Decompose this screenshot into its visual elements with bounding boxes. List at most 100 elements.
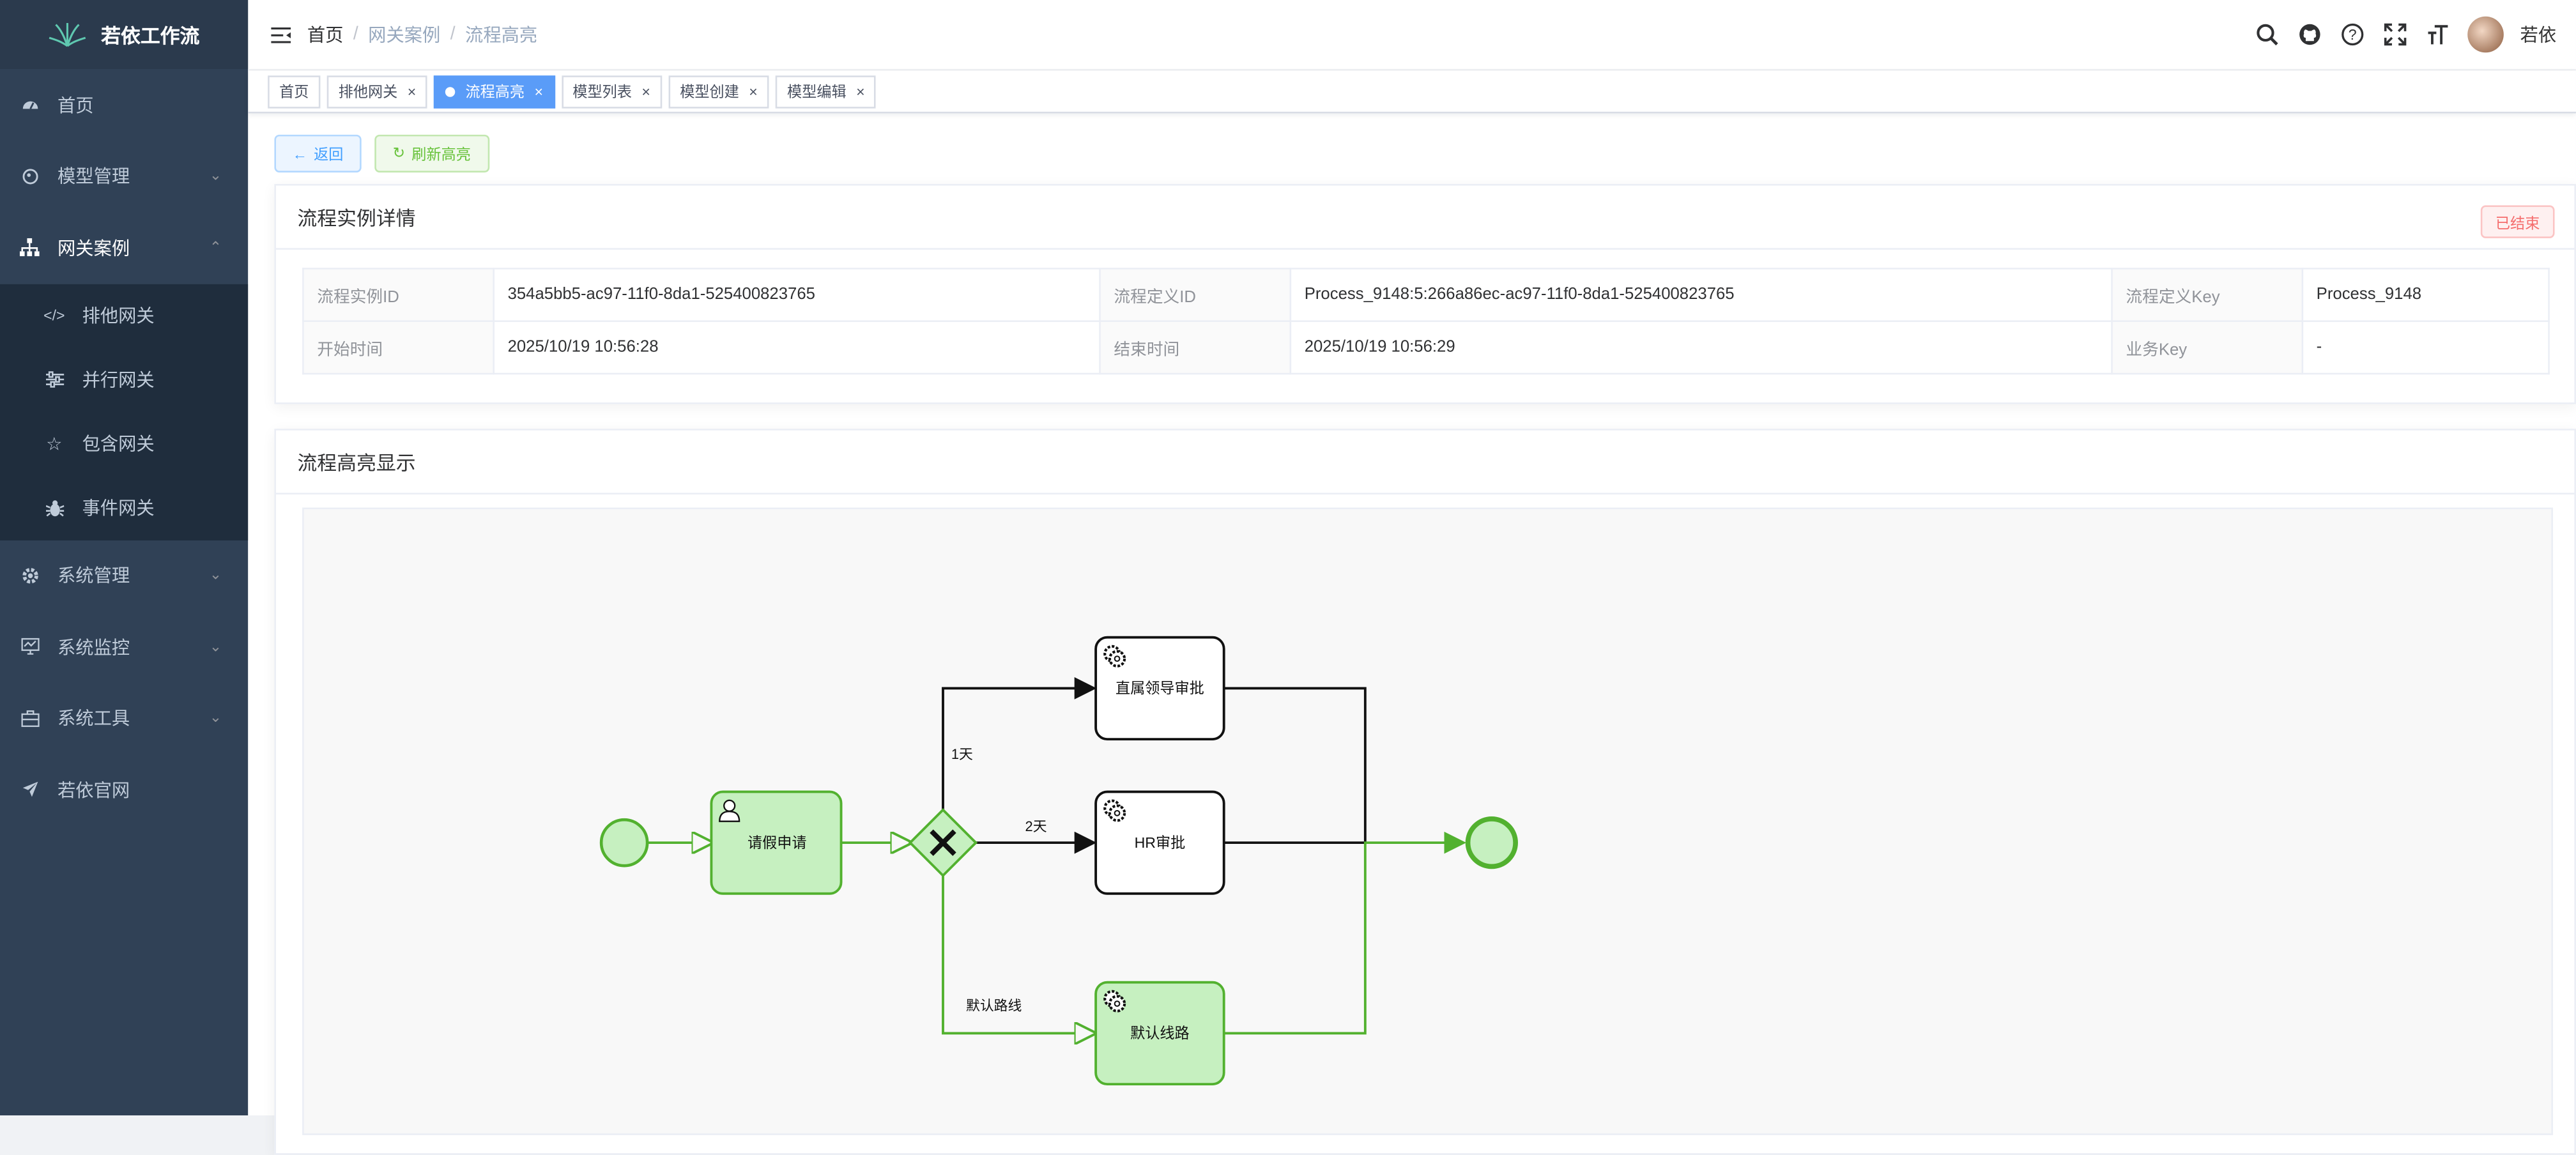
refresh-highlight-button[interactable]: ↻ 刷新高亮	[374, 134, 489, 172]
navbar: 首页 / 网关案例 / 流程高亮 ? 若依	[248, 0, 2576, 71]
label-definition-key: 流程定义Key	[2111, 268, 2304, 322]
breadcrumb: 首页 / 网关案例 / 流程高亮	[307, 21, 537, 47]
flow-leader-to-end	[1223, 687, 1367, 843]
bpmn-canvas[interactable]: 请假申请 直属领导审批 HR审批 默认线路 1天 2天 默认路线	[302, 507, 2553, 1135]
sidebar-item-label: 并行网关	[82, 371, 155, 391]
sidebar-item-label: 首页	[57, 96, 94, 116]
task-default-label: 默认线路	[1130, 1025, 1189, 1041]
model-icon	[18, 167, 41, 185]
sidebar-subitem-parallel[interactable]: 并行网关	[0, 348, 248, 411]
tab-model-edit[interactable]: 模型编辑 ×	[776, 74, 877, 108]
tab-model-list[interactable]: 模型列表 ×	[561, 74, 662, 108]
help-icon[interactable]: ?	[2340, 21, 2366, 47]
user-name[interactable]: 若依	[2520, 21, 2557, 47]
diagram-title: 流程高亮显示	[297, 450, 416, 474]
svg-text:?: ?	[2349, 26, 2357, 43]
end-event	[1465, 816, 1518, 869]
close-icon[interactable]: ×	[408, 83, 417, 100]
font-size-icon[interactable]	[2425, 21, 2451, 47]
logo[interactable]: 若依工作流	[0, 0, 249, 69]
label-start-time: 开始时间	[302, 320, 494, 375]
sidebar-item-gateway[interactable]: 网关案例 ⌃	[0, 212, 248, 284]
bug-icon	[43, 498, 66, 516]
tab-home[interactable]: 首页	[268, 74, 321, 108]
logo-icon	[49, 22, 87, 47]
value-business-key: -	[2301, 320, 2550, 375]
breadcrumb-separator: /	[353, 24, 358, 45]
sidebar: 若依工作流 首页 模型管理 ⌄ 网关案例 ⌃ </> 排他网关 并行网关 ☆ 包…	[0, 0, 249, 1115]
diagram-card: 流程高亮显示 请假申请 直属领导审批 HR审批 默认线路 1天 2天 默认路线	[274, 429, 2576, 1155]
chevron-down-icon: ⌄	[209, 566, 222, 583]
label-business-key: 业务Key	[2111, 320, 2304, 375]
task-leader-label: 直属领导审批	[1116, 680, 1204, 696]
sliders-icon	[43, 371, 66, 388]
sidebar-item-system[interactable]: 系统管理 ⌄	[0, 540, 248, 611]
task-hr-label: HR审批	[1135, 834, 1186, 851]
main-area: 首页 / 网关案例 / 流程高亮 ? 若依 首页 排他网关 × 流程高亮 × 模…	[248, 0, 2576, 1155]
active-dot-icon	[445, 86, 456, 96]
table-row: 流程实例ID 354a5bb5-ac97-11f0-8da1-525400823…	[302, 268, 2550, 322]
value-definition-id: Process_9148:5:266a86ec-ac97-11f0-8da1-5…	[1289, 268, 2113, 322]
gear-icon	[18, 566, 41, 584]
task-apply-label: 请假申请	[747, 834, 807, 851]
tab-process-highlight[interactable]: 流程高亮 ×	[434, 74, 555, 108]
label-instance-id: 流程实例ID	[302, 268, 494, 322]
detail-table: 流程实例ID 354a5bb5-ac97-11f0-8da1-525400823…	[302, 268, 2550, 375]
breadcrumb-item-current: 流程高亮	[465, 26, 538, 46]
flow-label-2day: 2天	[1025, 818, 1047, 834]
sidebar-item-label: 网关案例	[57, 239, 130, 259]
toolbox-icon	[18, 709, 41, 727]
breadcrumb-item-gateway: 网关案例	[368, 26, 441, 46]
sidebar-item-monitor[interactable]: 系统监控 ⌄	[0, 611, 248, 683]
card-title: 流程高亮显示	[275, 431, 2575, 494]
refresh-button-label: 刷新高亮	[411, 146, 471, 163]
tab-label: 首页	[279, 84, 309, 100]
flow-default-to-end	[1223, 831, 1466, 1035]
sidebar-item-label: 包含网关	[82, 435, 155, 455]
label-end-time: 结束时间	[1099, 320, 1292, 375]
avatar[interactable]	[2467, 16, 2504, 53]
back-button[interactable]: ← 返回	[274, 134, 362, 172]
close-icon[interactable]: ×	[856, 83, 865, 100]
sidebar-item-label: 排他网关	[82, 307, 155, 327]
value-definition-key: Process_9148	[2301, 268, 2550, 322]
close-icon[interactable]: ×	[641, 83, 650, 100]
tags-view: 首页 排他网关 × 流程高亮 × 模型列表 × 模型创建 × 模型编辑 ×	[248, 71, 2576, 114]
star-icon: ☆	[46, 434, 63, 454]
sidebar-item-model[interactable]: 模型管理 ⌄	[0, 141, 248, 212]
search-icon[interactable]	[2254, 21, 2280, 47]
sidebar-subitem-inclusive[interactable]: ☆ 包含网关	[0, 411, 248, 475]
chevron-down-icon: ⌄	[209, 638, 222, 655]
tab-model-create[interactable]: 模型创建 ×	[668, 74, 769, 108]
value-start-time: 2025/10/19 10:56:28	[493, 320, 1101, 375]
sidebar-item-home[interactable]: 首页	[0, 69, 248, 141]
sidebar-item-website[interactable]: 若依官网	[0, 754, 248, 825]
start-event	[599, 818, 649, 868]
close-icon[interactable]: ×	[535, 83, 544, 100]
sidebar-item-tools[interactable]: 系统工具 ⌄	[0, 682, 248, 754]
right-menu: ? 若依	[2254, 16, 2557, 53]
tab-label: 模型创建	[680, 84, 739, 100]
tab-exclusive-gateway[interactable]: 排他网关 ×	[326, 74, 428, 108]
chevron-down-icon: ⌄	[209, 167, 222, 184]
gateway-submenu: </> 排他网关 并行网关 ☆ 包含网关 事件网关	[0, 283, 249, 540]
close-icon[interactable]: ×	[749, 83, 758, 100]
sidebar-subitem-event[interactable]: 事件网关	[0, 475, 248, 539]
hamburger-icon[interactable]	[271, 26, 291, 43]
tab-label: 模型列表	[572, 84, 632, 100]
card-title: 流程实例详情	[275, 186, 2575, 250]
github-icon[interactable]	[2297, 21, 2323, 47]
fullscreen-icon[interactable]	[2382, 21, 2409, 47]
sidebar-subitem-exclusive[interactable]: </> 排他网关	[0, 284, 248, 348]
flow-label-1day: 1天	[951, 746, 973, 762]
tab-label: 排他网关	[338, 84, 398, 100]
code-icon: </>	[43, 307, 65, 324]
sidebar-item-label: 系统监控	[57, 638, 130, 659]
label-definition-id: 流程定义ID	[1099, 268, 1292, 322]
bpmn-diagram: 请假申请 直属领导审批 HR审批 默认线路 1天 2天 默认路线	[599, 636, 1518, 1086]
chevron-up-icon: ⌃	[209, 238, 222, 256]
sidebar-item-label: 模型管理	[57, 167, 130, 188]
tree-icon	[18, 238, 41, 257]
breadcrumb-item-home[interactable]: 首页	[307, 21, 344, 47]
value-instance-id: 354a5bb5-ac97-11f0-8da1-525400823765	[493, 268, 1101, 322]
